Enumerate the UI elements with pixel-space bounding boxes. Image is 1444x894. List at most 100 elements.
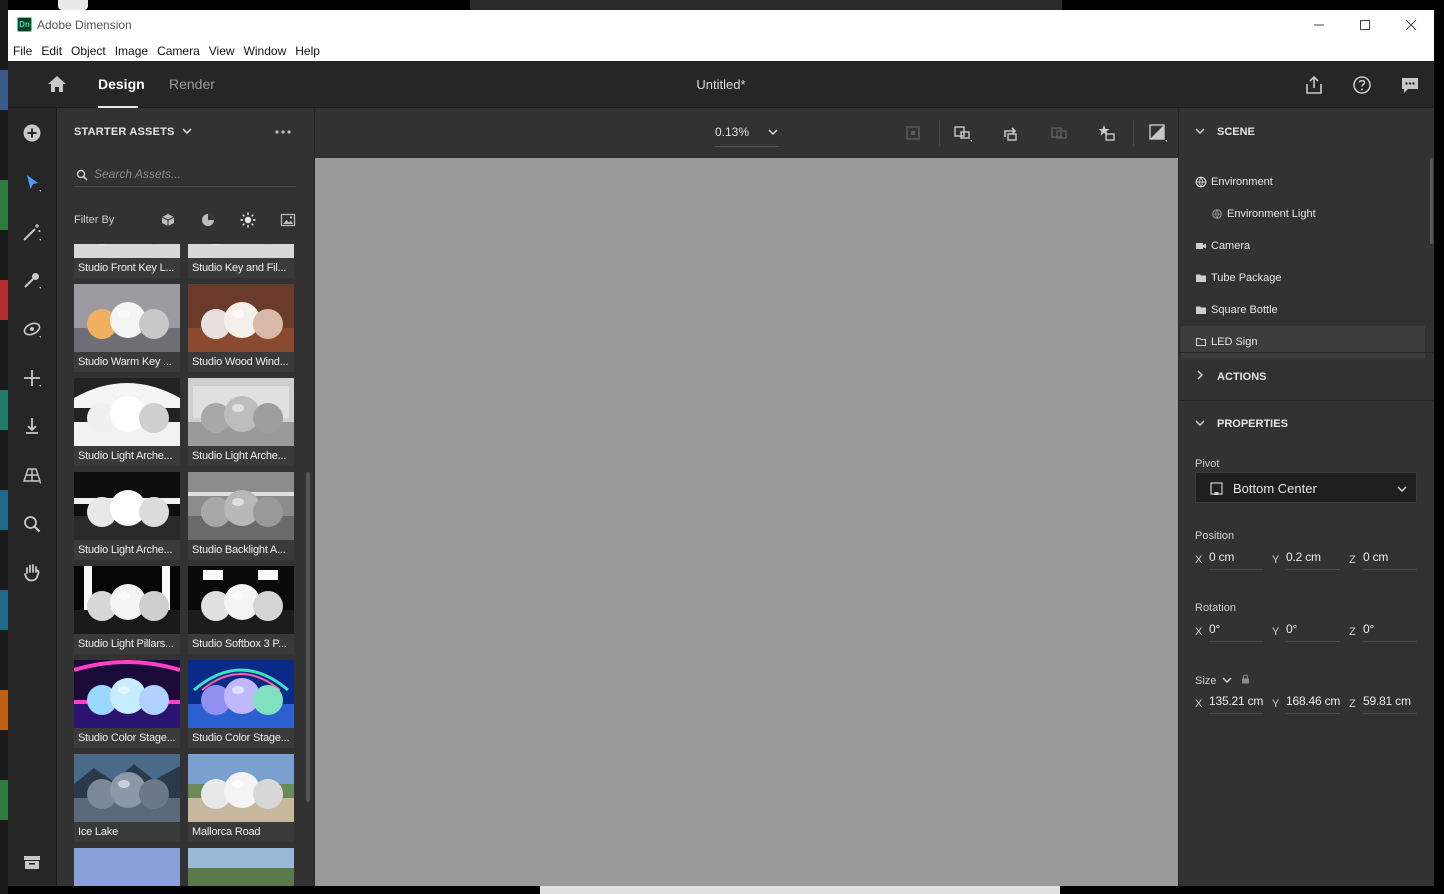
group-icon <box>1051 127 1067 139</box>
position-x-label: X <box>1195 554 1203 566</box>
more-options-button[interactable] <box>274 122 292 138</box>
scene-item[interactable]: LED Sign <box>1181 326 1425 358</box>
menu-file[interactable]: File <box>13 44 38 58</box>
position-z-field[interactable]: 0 cm <box>1363 550 1417 570</box>
asset-tile[interactable]: Studio Light Pillars... <box>74 566 180 654</box>
share-button[interactable] <box>1303 74 1325 96</box>
drop-to-ground-tool[interactable] <box>21 415 43 437</box>
image-icon <box>280 213 296 227</box>
asset-label: Studio Light Pillars... <box>78 638 174 650</box>
star-icon <box>1098 125 1115 141</box>
close-button[interactable] <box>1388 10 1434 40</box>
filter-models-button[interactable] <box>160 212 176 228</box>
maximize-button[interactable] <box>1342 10 1388 40</box>
asset-tile[interactable]: Studio Light Arche... <box>188 378 294 466</box>
orbit-tool[interactable] <box>21 318 43 340</box>
favorite-button[interactable] <box>1096 122 1118 144</box>
viewport-canvas[interactable] <box>314 158 1178 886</box>
folder-outline-icon <box>1195 336 1207 348</box>
magic-wand-tool[interactable] <box>21 221 43 243</box>
asset-tile[interactable]: Ice Lake <box>74 754 180 842</box>
select-tool[interactable] <box>21 172 43 194</box>
scene-section-header[interactable]: SCENE <box>1195 126 1255 138</box>
asset-label: Studio Light Arche... <box>192 450 287 462</box>
asset-tile[interactable]: Studio Key and Fil... <box>188 244 294 278</box>
filter-lights-button[interactable] <box>240 212 256 228</box>
filter-images-button[interactable] <box>280 212 296 228</box>
scene-item-label: Square Bottle <box>1211 304 1278 316</box>
actions-section-header[interactable]: ACTIONS <box>1195 370 1267 383</box>
asset-tile[interactable]: Studio Wood Wind... <box>188 284 294 372</box>
asset-tile[interactable]: Studio Warm Key ... <box>74 284 180 372</box>
filter-materials-button[interactable] <box>200 212 216 228</box>
globe-icon <box>1195 176 1207 188</box>
lock-icon[interactable] <box>1241 674 1250 684</box>
asset-label: Studio Color Stage... <box>78 732 176 744</box>
menu-help[interactable]: Help <box>295 44 326 58</box>
asset-tile[interactable]: Studio Light Arche... <box>74 378 180 466</box>
menu-view[interactable]: View <box>209 44 241 58</box>
camera-icon <box>1195 240 1207 252</box>
archive-button[interactable] <box>21 851 43 873</box>
asset-tile[interactable]: Studio Backlight A... <box>188 472 294 560</box>
search-input[interactable] <box>94 165 290 183</box>
menu-edit[interactable]: Edit <box>41 44 68 58</box>
asset-tile[interactable]: Studio Color Stage... <box>188 660 294 748</box>
cube-icon <box>161 214 175 226</box>
rotate-view-button[interactable] <box>1000 122 1022 144</box>
zoom-dropdown-icon[interactable] <box>767 126 779 138</box>
scene-item[interactable]: Tube Package <box>1181 262 1425 294</box>
asset-label: Studio Warm Key ... <box>78 356 172 368</box>
asset-thumbnail <box>188 754 294 822</box>
assets-scrollbar[interactable] <box>306 472 310 802</box>
rotation-y-field[interactable]: 0° <box>1286 622 1340 642</box>
asset-tile[interactable]: Studio Color Stage... <box>74 660 180 748</box>
rotation-x-field[interactable]: 0° <box>1209 622 1263 642</box>
scene-item[interactable]: Square Bottle <box>1181 294 1425 326</box>
scene-item[interactable]: Environment <box>1181 166 1425 198</box>
asset-tile[interactable]: Studio Front Key L... <box>74 244 180 278</box>
move-tool[interactable] <box>21 367 43 389</box>
feedback-button[interactable] <box>1399 74 1421 96</box>
sample-tool[interactable] <box>21 269 43 291</box>
menu-object[interactable]: Object <box>71 44 112 58</box>
render-preview-button[interactable] <box>1147 122 1169 144</box>
scene-item[interactable]: Camera <box>1181 230 1425 262</box>
chevron-down-icon <box>1222 677 1232 684</box>
asset-tile[interactable]: Mallorca Road <box>188 754 294 842</box>
asset-tile[interactable]: Studio Light Arche... <box>74 472 180 560</box>
asset-tile[interactable] <box>188 848 294 886</box>
asset-tile[interactable] <box>74 848 180 886</box>
menu-camera[interactable]: Camera <box>157 44 206 58</box>
position-y-field[interactable]: 0.2 cm <box>1286 550 1340 570</box>
size-z-field[interactable]: 59.81 cm <box>1363 694 1417 714</box>
app-header: Design Render Untitled* <box>8 61 1434 108</box>
add-button[interactable] <box>21 122 43 144</box>
minimize-icon <box>1314 24 1324 26</box>
zoom-tool[interactable] <box>21 513 43 535</box>
menu-image[interactable]: Image <box>115 44 154 58</box>
size-header[interactable]: Size <box>1195 674 1250 687</box>
asset-thumbnail <box>74 472 180 540</box>
asset-tile[interactable]: Studio Softbox 3 P... <box>188 566 294 654</box>
size-x-field[interactable]: 135.21 cm <box>1209 694 1263 714</box>
help-icon <box>1353 76 1371 94</box>
pivot-dropdown[interactable]: Bottom Center <box>1195 472 1417 503</box>
frame-selection-button[interactable] <box>902 122 924 144</box>
align-button[interactable] <box>952 122 974 144</box>
perspective-tool[interactable] <box>21 464 43 486</box>
rotation-z-field[interactable]: 0° <box>1363 622 1417 642</box>
group-button[interactable] <box>1048 122 1070 144</box>
scene-scrollbar[interactable] <box>1430 158 1433 244</box>
help-button[interactable] <box>1351 74 1373 96</box>
asset-thumbnail <box>74 660 180 728</box>
properties-section-header[interactable]: PROPERTIES <box>1195 418 1288 430</box>
assets-title-dropdown[interactable]: STARTER ASSETS <box>74 126 192 138</box>
minimize-button[interactable] <box>1296 10 1342 40</box>
scene-item[interactable]: Environment Light <box>1181 198 1425 230</box>
pan-tool[interactable] <box>21 561 43 583</box>
size-y-field[interactable]: 168.46 cm <box>1286 694 1340 714</box>
zoom-level[interactable]: 0.13% <box>715 125 749 139</box>
menu-window[interactable]: Window <box>244 44 293 58</box>
position-x-field[interactable]: 0 cm <box>1209 550 1263 570</box>
